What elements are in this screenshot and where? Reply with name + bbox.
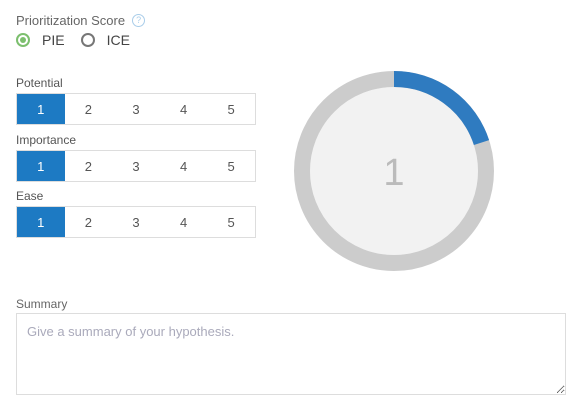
ease-option-5[interactable]: 5 <box>207 207 255 237</box>
ease-label: Ease <box>16 189 44 203</box>
prioritization-score-header: Prioritization Score ? <box>16 13 146 28</box>
importance-option-2[interactable]: 2 <box>64 151 113 181</box>
ease-option-4[interactable]: 4 <box>159 207 208 237</box>
importance-option-5[interactable]: 5 <box>207 151 255 181</box>
potential-option-5[interactable]: 5 <box>207 94 255 124</box>
importance-option-4[interactable]: 4 <box>159 151 208 181</box>
prioritization-score-label: Prioritization Score <box>16 13 126 28</box>
potential-option-4[interactable]: 4 <box>159 94 208 124</box>
score-method-radio-group: PIE ICE <box>16 32 140 48</box>
ease-option-1[interactable]: 1 <box>17 207 65 237</box>
ease-option-2[interactable]: 2 <box>64 207 113 237</box>
radio-pie-label: PIE <box>42 32 65 48</box>
radio-pie-indicator[interactable] <box>16 33 30 47</box>
ease-rating-selector: 1 2 3 4 5 <box>16 206 256 238</box>
radio-ice-label: ICE <box>106 32 130 48</box>
importance-option-1[interactable]: 1 <box>17 151 65 181</box>
help-icon[interactable]: ? <box>132 14 146 27</box>
donut-score-value: 1 <box>383 152 404 194</box>
potential-option-1[interactable]: 1 <box>17 94 65 124</box>
potential-option-2[interactable]: 2 <box>64 94 113 124</box>
score-donut-chart: 1 <box>294 71 494 271</box>
ease-option-3[interactable]: 3 <box>112 207 160 237</box>
radio-ice[interactable]: ICE <box>80 32 130 48</box>
importance-rating-selector: 1 2 3 4 5 <box>16 150 256 182</box>
radio-pie[interactable]: PIE <box>16 32 65 48</box>
potential-rating-selector: 1 2 3 4 5 <box>16 93 256 125</box>
radio-ice-indicator[interactable] <box>80 33 95 47</box>
summary-label: Summary <box>16 297 68 311</box>
potential-option-3[interactable]: 3 <box>112 94 160 124</box>
summary-textarea[interactable] <box>16 313 566 395</box>
potential-label: Potential <box>16 76 63 90</box>
importance-option-3[interactable]: 3 <box>112 151 160 181</box>
importance-label: Importance <box>16 133 77 147</box>
